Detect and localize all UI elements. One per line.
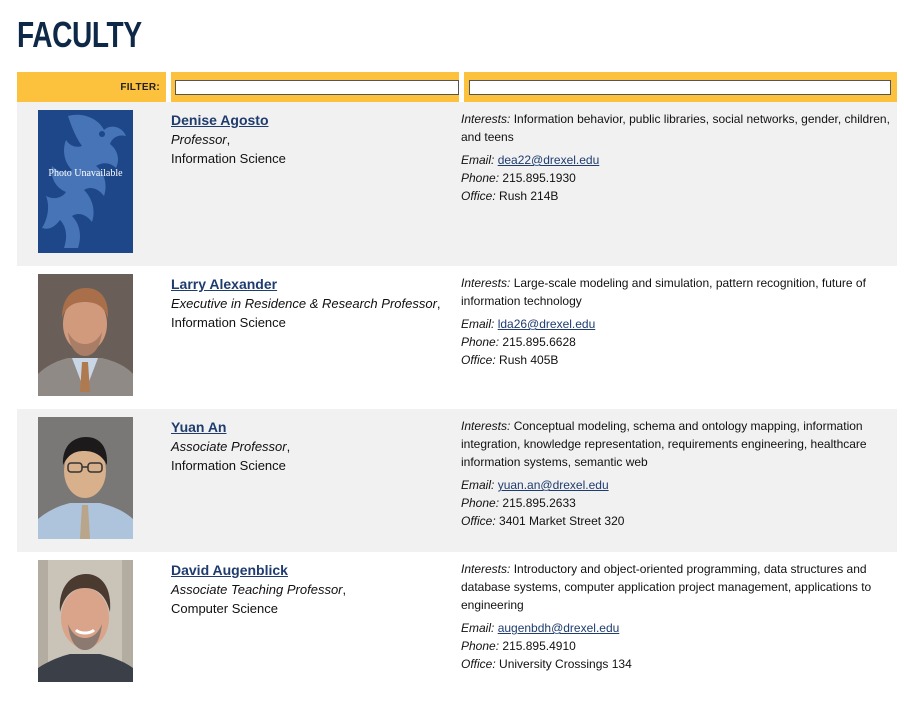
faculty-row: Photo Unavailable Denise Agosto Professo… [17, 102, 897, 266]
faculty-photo: Photo Unavailable [38, 110, 133, 253]
page-title: FACULTY [17, 14, 142, 55]
faculty-name-link[interactable]: Denise Agosto [171, 112, 269, 128]
email-link[interactable]: dea22@drexel.edu [498, 153, 600, 167]
faculty-row: Larry Alexander Executive in Residence &… [17, 266, 897, 409]
interests-text: Information behavior, public libraries, … [461, 112, 890, 144]
office-text: Rush 214B [499, 189, 559, 203]
email-label: Email: [461, 153, 495, 167]
faculty-row: Yuan An Associate Professor, Information… [17, 409, 897, 552]
title-separator: , [436, 296, 441, 311]
office-label: Office: [461, 189, 496, 203]
phone-text: 215.895.4910 [502, 639, 576, 653]
faculty-interests: Interests: Large-scale modeling and simu… [461, 274, 893, 310]
faculty-info-col: Interests: Introductory and object-orien… [461, 560, 893, 673]
faculty-photo [38, 560, 133, 682]
office-text: University Crossings 134 [499, 657, 632, 671]
office-label: Office: [461, 657, 496, 671]
faculty-info-col: Interests: Conceptual modeling, schema a… [461, 417, 893, 530]
faculty-table: FILTER: Photo Unavailable Denise Agosto … [17, 72, 897, 712]
email-label: Email: [461, 621, 495, 635]
interests-text: Introductory and object-oriented program… [461, 562, 872, 612]
faculty-photo [38, 274, 133, 396]
phone-text: 215.895.2633 [502, 496, 576, 510]
faculty-name-link[interactable]: Larry Alexander [171, 276, 277, 292]
faculty-email: Email: dea22@drexel.edu [461, 151, 893, 169]
phone-text: 215.895.6628 [502, 335, 576, 349]
faculty-department: Information Science [171, 315, 286, 330]
faculty-email: Email: augenbdh@drexel.edu [461, 619, 893, 637]
interests-label: Interests: [461, 276, 511, 290]
portrait-photo [38, 274, 133, 396]
faculty-name-col: Larry Alexander Executive in Residence &… [171, 275, 461, 332]
faculty-phone: Phone: 215.895.4910 [461, 637, 893, 655]
faculty-title: Professor [171, 132, 227, 147]
photo-unavailable-image: Photo Unavailable [38, 110, 133, 253]
interests-label: Interests: [461, 112, 511, 126]
faculty-info-col: Interests: Information behavior, public … [461, 110, 893, 205]
filter-name-input[interactable] [175, 79, 459, 95]
faculty-row: David Augenblick Associate Teaching Prof… [17, 552, 897, 712]
faculty-department: Information Science [171, 458, 286, 473]
phone-label: Phone: [461, 335, 500, 349]
phone-label: Phone: [461, 639, 500, 653]
faculty-name-link[interactable]: Yuan An [171, 419, 227, 435]
faculty-name-link[interactable]: David Augenblick [171, 562, 288, 578]
interests-text: Large-scale modeling and simulation, pat… [461, 276, 866, 308]
email-link[interactable]: augenbdh@drexel.edu [498, 621, 620, 635]
faculty-interests: Interests: Introductory and object-orien… [461, 560, 893, 614]
filter-row: FILTER: [17, 72, 897, 102]
email-link[interactable]: lda26@drexel.edu [498, 317, 596, 331]
faculty-email: Email: lda26@drexel.edu [461, 315, 893, 333]
faculty-phone: Phone: 215.895.1930 [461, 169, 893, 187]
phone-label: Phone: [461, 171, 500, 185]
phone-label: Phone: [461, 496, 500, 510]
faculty-name-col: Yuan An Associate Professor, Information… [171, 418, 461, 475]
filter-label: FILTER: [120, 81, 160, 93]
faculty-photo [38, 417, 133, 539]
office-label: Office: [461, 353, 496, 367]
faculty-info-col: Interests: Large-scale modeling and simu… [461, 274, 893, 369]
interests-text: Conceptual modeling, schema and ontology… [461, 419, 867, 469]
photo-unavailable-text: Photo Unavailable [48, 168, 123, 179]
title-separator: , [286, 439, 291, 454]
faculty-department: Computer Science [171, 601, 278, 616]
filter-interest-input[interactable] [469, 79, 891, 95]
email-link[interactable]: yuan.an@drexel.edu [498, 478, 609, 492]
portrait-photo [38, 417, 133, 539]
faculty-department: Information Science [171, 151, 286, 166]
title-separator: , [342, 582, 347, 597]
faculty-title: Associate Professor [171, 439, 287, 454]
faculty-title: Executive in Residence & Research Profes… [171, 296, 437, 311]
faculty-office: Office: 3401 Market Street 320 [461, 512, 893, 530]
interests-label: Interests: [461, 562, 511, 576]
faculty-phone: Phone: 215.895.2633 [461, 494, 893, 512]
faculty-interests: Interests: Conceptual modeling, schema a… [461, 417, 893, 471]
interests-label: Interests: [461, 419, 511, 433]
faculty-office: Office: Rush 214B [461, 187, 893, 205]
faculty-interests: Interests: Information behavior, public … [461, 110, 893, 146]
faculty-office: Office: University Crossings 134 [461, 655, 893, 673]
phone-text: 215.895.1930 [502, 171, 576, 185]
title-separator: , [226, 132, 231, 147]
portrait-photo [38, 560, 133, 682]
faculty-phone: Phone: 215.895.6628 [461, 333, 893, 351]
dragon-logo-icon [42, 114, 126, 249]
email-label: Email: [461, 317, 495, 331]
email-label: Email: [461, 478, 495, 492]
faculty-office: Office: Rush 405B [461, 351, 893, 369]
office-text: 3401 Market Street 320 [499, 514, 625, 528]
faculty-name-col: David Augenblick Associate Teaching Prof… [171, 561, 461, 618]
filter-interest-cell [464, 72, 897, 102]
filter-name-cell [171, 72, 459, 102]
faculty-email: Email: yuan.an@drexel.edu [461, 476, 893, 494]
office-label: Office: [461, 514, 496, 528]
faculty-name-col: Denise Agosto Professor, Information Sci… [171, 111, 461, 168]
office-text: Rush 405B [499, 353, 559, 367]
faculty-title: Associate Teaching Professor [171, 582, 343, 597]
